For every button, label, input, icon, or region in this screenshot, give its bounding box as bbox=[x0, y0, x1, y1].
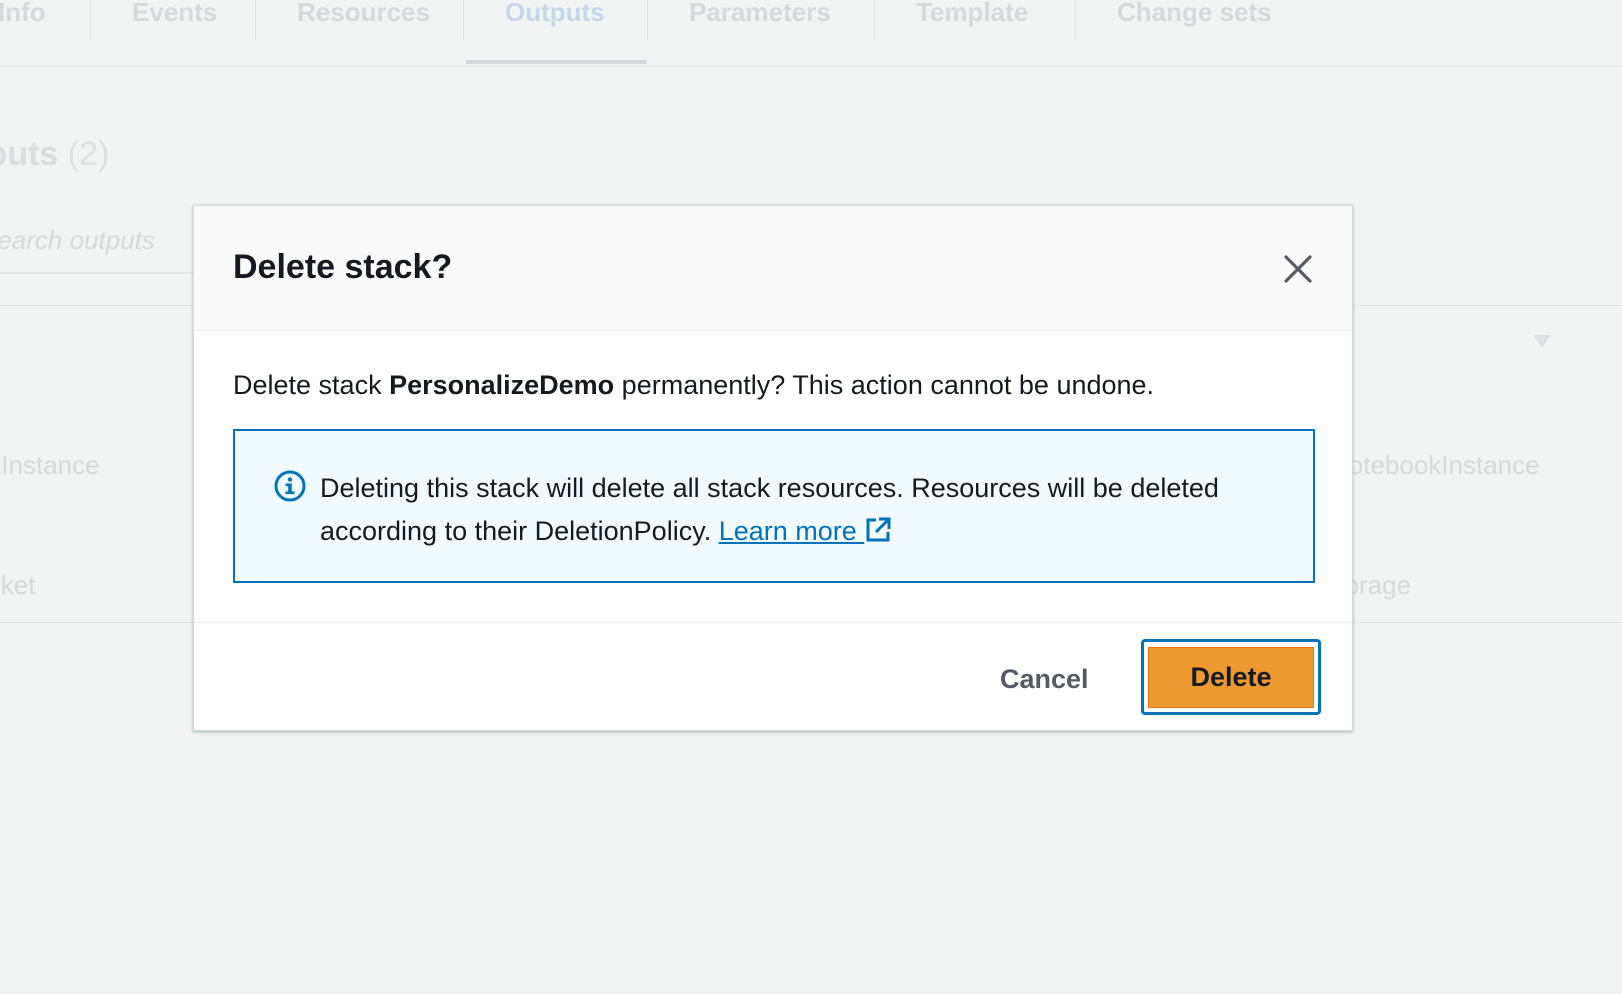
close-icon bbox=[1284, 255, 1312, 283]
close-button[interactable] bbox=[1279, 250, 1317, 288]
cancel-button[interactable]: Cancel bbox=[1000, 659, 1089, 699]
sort-caret-icon[interactable] bbox=[1533, 335, 1551, 348]
info-alert: Deleting this stack will delete all stac… bbox=[233, 429, 1315, 583]
tab-divider bbox=[463, 0, 464, 40]
outputs-count: (2) bbox=[67, 135, 110, 173]
external-link-icon bbox=[866, 517, 891, 542]
active-tab-indicator bbox=[466, 60, 647, 64]
tab-divider bbox=[1075, 0, 1076, 40]
message-suffix: permanently? This action cannot be undon… bbox=[614, 370, 1155, 400]
tab-divider bbox=[874, 0, 875, 40]
alert-message: Deleting this stack will delete all stac… bbox=[320, 467, 1280, 553]
tab-events[interactable]: Events bbox=[132, 0, 217, 66]
stack-name: PersonalizeDemo bbox=[389, 370, 615, 400]
tab-divider bbox=[255, 0, 256, 40]
search-input[interactable]: Search outputs bbox=[0, 225, 155, 256]
search-placeholder: Search outputs bbox=[0, 225, 155, 255]
table-cell-description: NotebookInstance bbox=[1330, 450, 1540, 480]
table-cell-key: Bucket bbox=[0, 570, 36, 600]
info-icon bbox=[274, 470, 306, 502]
tab-template[interactable]: Template bbox=[916, 0, 1028, 66]
dialog-footer: Cancel Delete bbox=[194, 622, 1352, 730]
message-prefix: Delete stack bbox=[233, 370, 390, 400]
tab-change-sets[interactable]: Change sets bbox=[1117, 0, 1272, 66]
tab-outputs[interactable]: Outputs bbox=[505, 0, 605, 66]
delete-stack-dialog: Delete stack? Delete stack PersonalizeDe… bbox=[193, 205, 1353, 731]
search-underline bbox=[0, 272, 200, 274]
table-cell-key: NotebookInstance bbox=[0, 450, 100, 480]
learn-more-label: Learn more bbox=[718, 516, 865, 546]
tab-divider bbox=[90, 0, 91, 40]
tab-divider bbox=[647, 0, 648, 40]
dialog-message: Delete stack PersonalizeDemo permanently… bbox=[233, 370, 1154, 401]
outputs-heading: Outputs (2) bbox=[0, 135, 109, 174]
outputs-title: Outputs bbox=[0, 135, 59, 173]
page: Info Events Resources Outputs Parameters… bbox=[0, 0, 1622, 994]
tab-info[interactable]: Info bbox=[0, 0, 46, 66]
tab-resources[interactable]: Resources bbox=[297, 0, 430, 66]
tab-bar: Info Events Resources Outputs Parameters… bbox=[0, 0, 1622, 67]
tab-parameters[interactable]: Parameters bbox=[689, 0, 831, 66]
delete-button[interactable]: Delete bbox=[1148, 647, 1314, 708]
dialog-title: Delete stack? bbox=[233, 248, 453, 286]
dialog-header: Delete stack? bbox=[194, 206, 1352, 331]
learn-more-link[interactable]: Learn more bbox=[719, 516, 893, 546]
